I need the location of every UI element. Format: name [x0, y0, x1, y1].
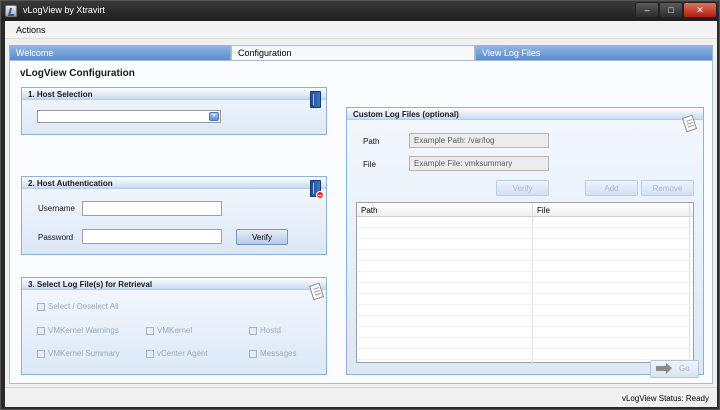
checkbox-box[interactable]	[37, 326, 45, 335]
window-title: vLogView by Xtravirt	[23, 5, 105, 15]
application-window: vLogView by Xtravirt – □ ✕ Actions Welco…	[0, 0, 720, 410]
checkbox-box[interactable]	[146, 326, 154, 335]
host-select-dropdown[interactable]: ▾	[37, 110, 221, 123]
custom-logs-table[interactable]: Path File	[356, 202, 694, 363]
menu-actions[interactable]: Actions	[16, 25, 46, 35]
app-icon	[5, 5, 17, 17]
password-field[interactable]	[82, 229, 222, 244]
select-all-checkbox[interactable]: Select / Deselect All	[37, 302, 119, 311]
client-area: Actions Welcome Configuration View Log F…	[5, 21, 717, 407]
checkbox-box[interactable]	[37, 302, 45, 311]
vmkernel-summary-checkbox[interactable]: VMKernel Summary	[37, 349, 120, 358]
title-bar[interactable]: vLogView by Xtravirt – □ ✕	[1, 1, 719, 21]
tab-view-log-files[interactable]: View Log Files	[475, 45, 713, 60]
remove-log-button[interactable]: Remove	[641, 180, 694, 196]
custom-log-files-group: Custom Log Files (optional) Path Example…	[346, 107, 704, 375]
table-row	[357, 261, 693, 272]
auth-error-icon	[316, 191, 324, 199]
hostd-checkbox[interactable]: Hostd	[249, 326, 281, 335]
status-bar: vLogView Status: Ready	[5, 387, 717, 407]
table-row	[357, 228, 693, 239]
close-button[interactable]: ✕	[683, 2, 717, 18]
go-button[interactable]: Go	[650, 360, 699, 378]
file-label: File	[363, 160, 376, 169]
table-row	[357, 349, 693, 360]
verify-path-button[interactable]: Verify	[496, 180, 549, 196]
table-row	[357, 250, 693, 261]
table-row	[357, 239, 693, 250]
table-header: Path File	[357, 203, 693, 217]
tab-configuration[interactable]: Configuration	[231, 45, 475, 60]
path-label: Path	[363, 137, 380, 146]
vmkernel-warnings-checkbox[interactable]: VMKernel Warnings	[37, 326, 119, 335]
tab-strip: Welcome Configuration View Log Files	[9, 45, 713, 60]
table-row	[357, 305, 693, 316]
checkbox-box[interactable]	[249, 326, 257, 335]
arrow-right-icon	[656, 363, 672, 374]
host-authentication-group: 2. Host Authentication Username Password…	[21, 176, 327, 255]
table-row	[357, 272, 693, 283]
column-header-path[interactable]: Path	[361, 206, 377, 215]
checkbox-box[interactable]	[37, 349, 45, 358]
host-selection-group: 1. Host Selection ▾	[21, 87, 327, 135]
page-title: vLogView Configuration	[20, 68, 135, 79]
host-selection-header: 1. Host Selection	[22, 88, 326, 100]
host-book-icon	[310, 91, 321, 108]
custom-log-files-header: Custom Log Files (optional)	[347, 108, 703, 120]
add-log-button[interactable]: Add	[585, 180, 638, 196]
table-row	[357, 338, 693, 349]
host-authentication-header: 2. Host Authentication	[22, 177, 326, 189]
checkbox-box[interactable]	[249, 349, 257, 358]
table-row	[357, 327, 693, 338]
menu-bar: Actions	[5, 21, 717, 39]
minimize-button[interactable]: –	[635, 2, 659, 18]
verify-credentials-button[interactable]: Verify	[236, 229, 288, 245]
username-field[interactable]	[82, 201, 222, 216]
go-label: Go	[679, 364, 690, 373]
path-input[interactable]: Example Path: /var/log	[409, 133, 549, 148]
status-text: vLogView Status: Ready	[621, 394, 709, 403]
log-file-selection-group: 3. Select Log File(s) for Retrieval Sele…	[21, 277, 327, 375]
table-row	[357, 217, 693, 228]
checkbox-box[interactable]	[146, 349, 154, 358]
table-row	[357, 294, 693, 305]
chevron-down-icon[interactable]: ▾	[209, 112, 219, 121]
vmkernel-checkbox[interactable]: VMKernel	[146, 326, 192, 335]
vcenter-agent-checkbox[interactable]: vCenter Agent	[146, 349, 208, 358]
log-file-selection-header: 3. Select Log File(s) for Retrieval	[22, 278, 326, 290]
password-label: Password	[38, 233, 74, 242]
column-header-file[interactable]: File	[537, 206, 550, 215]
messages-checkbox[interactable]: Messages	[249, 349, 296, 358]
file-input[interactable]: Example File: vmksummary	[409, 156, 549, 171]
tab-welcome[interactable]: Welcome	[9, 45, 231, 60]
maximize-button[interactable]: □	[659, 2, 683, 18]
username-label: Username	[38, 204, 75, 213]
configuration-panel: vLogView Configuration 1. Host Selection…	[9, 60, 713, 384]
table-row	[357, 283, 693, 294]
table-row	[357, 316, 693, 327]
